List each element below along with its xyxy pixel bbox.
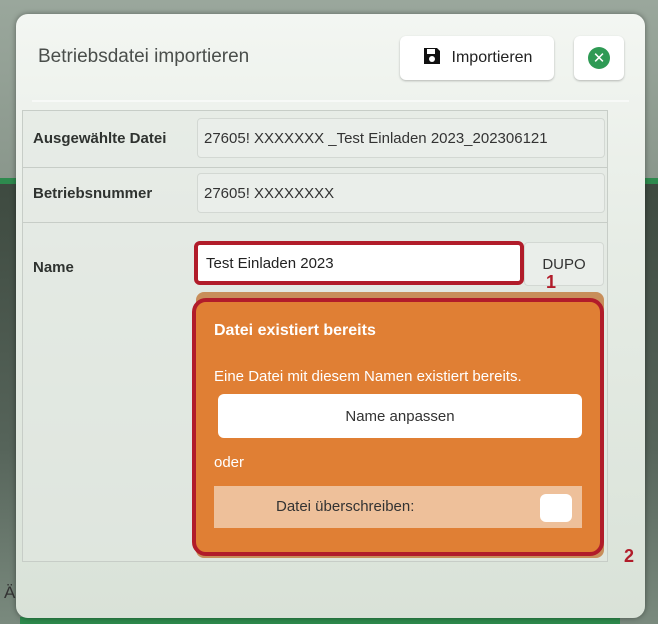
name-suffix: DUPO [524,242,604,286]
marker-1: 1 [546,272,557,292]
row-farm-number: Betriebsnummer 27605! XXXXXXXX [23,168,607,223]
or-text: oder [214,454,245,471]
row-selected-file: Ausgewählte Datei 27605! XXXXXXX _Test E… [23,111,607,168]
dialog-title: Betriebsdatei importieren [38,46,250,67]
selected-file-field: 27605! XXXXXXX _Test Einladen 2023_20230… [197,118,605,158]
name-input[interactable]: Test Einladen 2023 [194,241,524,285]
import-button-label: Importieren [451,49,533,66]
name-label: Name [33,259,74,276]
close-button[interactable]: ✕ [574,36,624,80]
overwrite-row: Datei überschreiben: [214,486,582,528]
save-icon [422,46,442,71]
warning-title: Datei existiert bereits [214,322,376,339]
close-circle-icon: ✕ [588,47,610,69]
warning-message: Eine Datei mit diesem Namen existiert be… [214,368,522,385]
overwrite-label: Datei überschreiben: [276,498,415,515]
overwrite-checkbox[interactable] [540,494,572,522]
farm-number-label: Betriebsnummer [33,185,153,202]
rename-button[interactable]: Name anpassen [218,394,582,438]
marker-2: 2 [624,546,635,566]
background-letter: Ä [4,583,16,602]
farm-number-field: 27605! XXXXXXXX [197,173,605,213]
background-bottom-bar [20,617,620,624]
title-divider [32,100,629,102]
import-button[interactable]: Importieren [400,36,554,80]
selected-file-label: Ausgewählte Datei [33,130,167,147]
file-exists-warning: Datei existiert bereits Eine Datei mit d… [192,298,604,556]
